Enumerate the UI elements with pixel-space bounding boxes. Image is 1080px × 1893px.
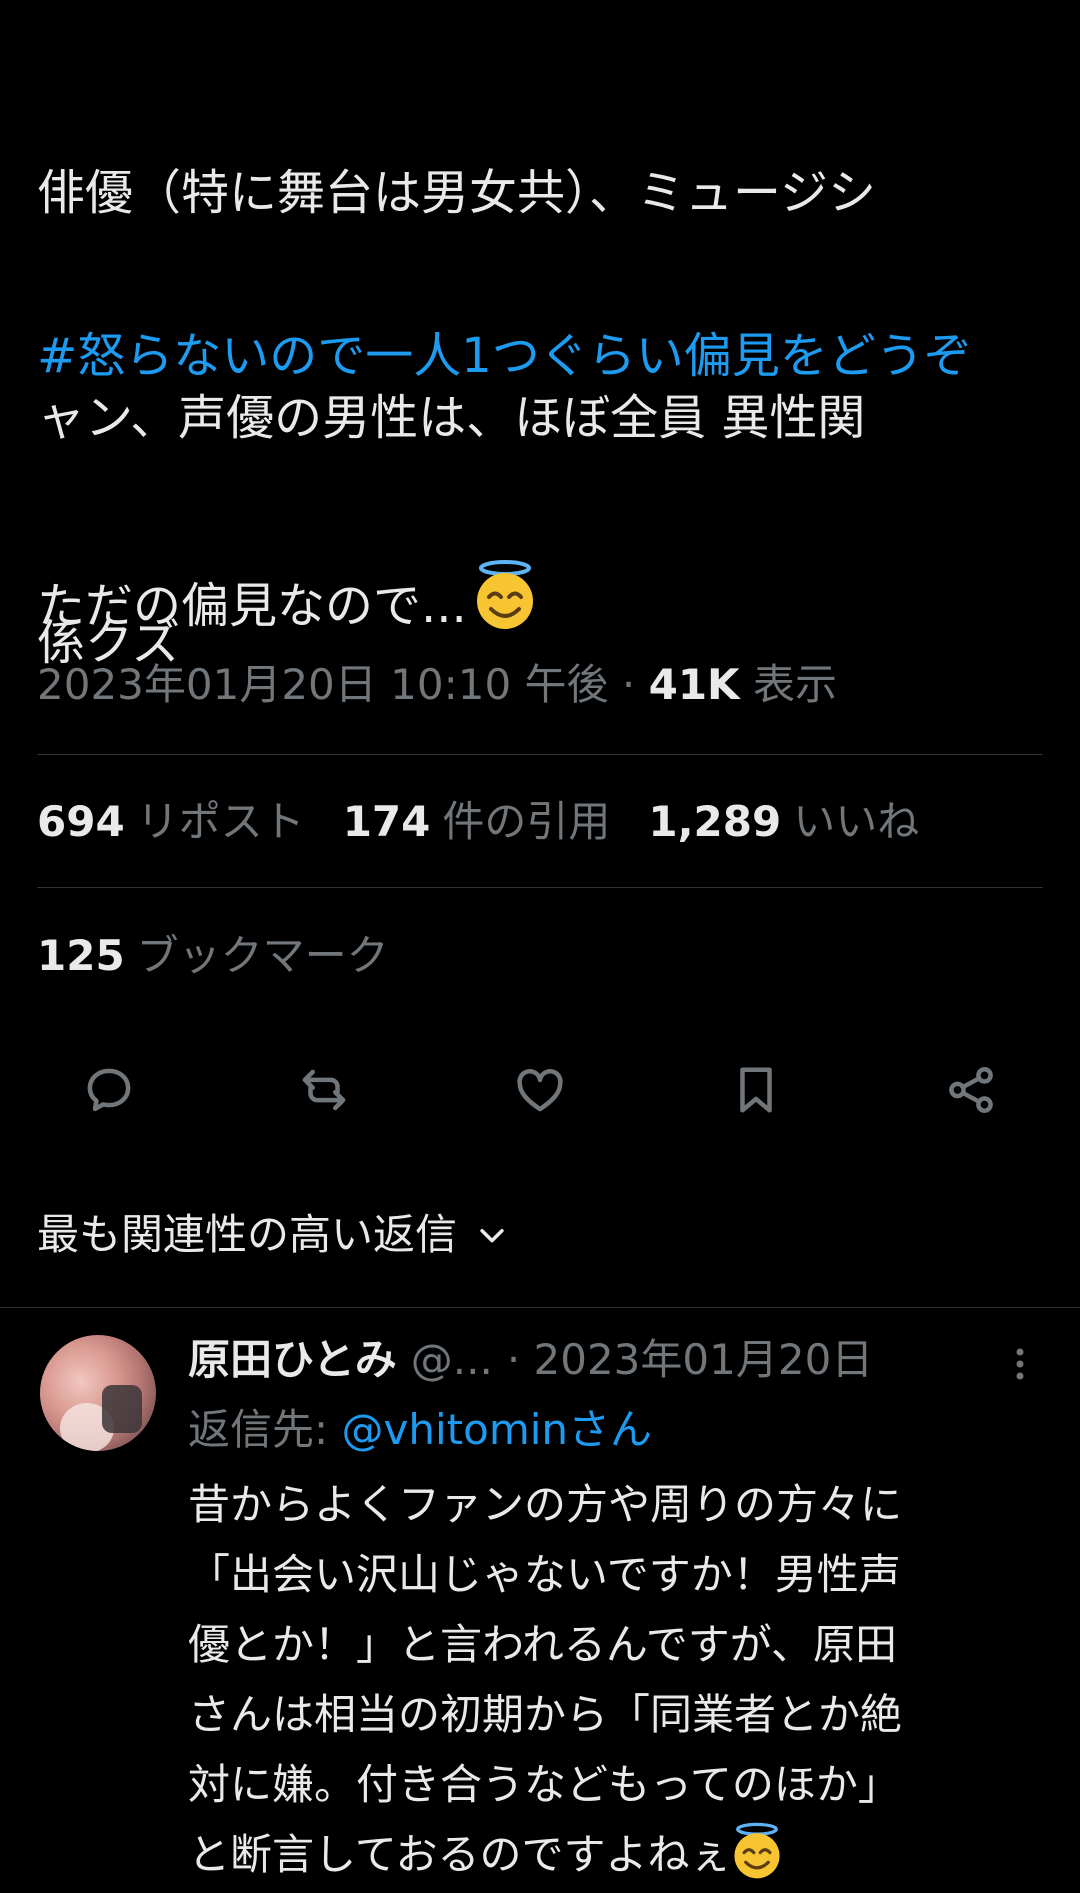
views-count: 41K bbox=[648, 660, 740, 709]
more-vertical-icon bbox=[1016, 1348, 1024, 1380]
likes-count: 1,289 bbox=[648, 797, 782, 846]
bookmarks-count: 125 bbox=[37, 931, 125, 980]
tweet-timestamp[interactable]: 2023年01月20日 10:10 午後 bbox=[37, 660, 609, 709]
replying-to: 返信先: @vhitominさん bbox=[188, 1400, 652, 1460]
tweet-closing-line: ただの偏見なので... bbox=[37, 559, 537, 653]
reply-text-line: と断言しておるのですよねぇ bbox=[188, 1830, 732, 1879]
reply-sort-dropdown[interactable]: 最も関連性の高い返信 bbox=[37, 1205, 509, 1265]
bookmarks-label: ブックマーク bbox=[136, 931, 389, 980]
reply-date[interactable]: · 2023年01月20日 bbox=[507, 1330, 873, 1390]
reply-text-line: さんは相当の初期から「同業者とか絶 bbox=[188, 1690, 903, 1739]
reply-text: 昔からよくファンの方や周りの方々に 「出会い沢山じゃないですか！男性声 優とか！… bbox=[188, 1470, 1028, 1893]
repost-button[interactable] bbox=[289, 1060, 359, 1120]
tweet-closing-text: ただの偏見なので... bbox=[37, 577, 467, 634]
reply-header: 原田ひとみ @... · 2023年01月20日 bbox=[188, 1330, 873, 1390]
views-label: 表示 bbox=[752, 660, 837, 709]
bookmark-button[interactable] bbox=[721, 1060, 791, 1120]
reply-author-handle[interactable]: @... bbox=[411, 1330, 493, 1390]
bookmarks-stat[interactable]: 125 ブックマーク bbox=[37, 926, 389, 986]
reply-button[interactable] bbox=[74, 1060, 144, 1120]
divider bbox=[0, 1307, 1080, 1308]
likes-label: いいね bbox=[793, 797, 920, 846]
reply-text-line-last: と断言しておるのですよねぇ bbox=[188, 1820, 1028, 1893]
reposts-count: 694 bbox=[37, 797, 125, 846]
reply-text-line: 昔からよくファンの方や周りの方々に bbox=[188, 1480, 903, 1529]
tweet-text-line: 俳優（特に舞台は男女共）、ミュージシ bbox=[37, 165, 877, 221]
divider bbox=[37, 887, 1043, 888]
tweet-meta: 2023年01月20日 10:10 午後 · 41K 表示 bbox=[37, 655, 837, 715]
action-bar bbox=[0, 1060, 1080, 1120]
likes-stat[interactable]: 1,289 いいね bbox=[648, 792, 919, 852]
smiling-face-with-halo-icon bbox=[473, 559, 537, 653]
reply-text-line: 優とか！」と言われるんですが、原田 bbox=[188, 1620, 897, 1669]
reply-author-name[interactable]: 原田ひとみ bbox=[188, 1330, 397, 1390]
like-icon bbox=[517, 1069, 563, 1112]
quotes-count: 174 bbox=[342, 797, 431, 846]
smiling-face-with-halo-icon bbox=[731, 1822, 783, 1893]
reply-text-line: 「出会い沢山じゃないですか！男性声 bbox=[188, 1550, 901, 1599]
meta-separator: · bbox=[621, 660, 636, 709]
engagement-stats: 694 リポスト 174 件の引用 1,289 いいね bbox=[37, 792, 919, 852]
reposts-stat[interactable]: 694 リポスト bbox=[37, 792, 305, 852]
more-options-button[interactable] bbox=[1002, 1340, 1038, 1388]
like-button[interactable] bbox=[505, 1060, 575, 1120]
quotes-label: 件の引用 bbox=[442, 797, 611, 846]
sort-label: 最も関連性の高い返信 bbox=[37, 1210, 458, 1259]
share-icon bbox=[949, 1067, 993, 1113]
divider bbox=[37, 754, 1043, 755]
repost-icon bbox=[302, 1069, 346, 1111]
share-button[interactable] bbox=[936, 1060, 1006, 1120]
reply-icon bbox=[87, 1068, 131, 1112]
hashtag-link[interactable]: #怒らないので一人1つぐらい偏見をどうぞ bbox=[37, 313, 1017, 399]
reply-text-line: 対に嫌。付き合うなどもってのほか」 bbox=[188, 1760, 900, 1809]
replying-to-label: 返信先: bbox=[188, 1405, 342, 1454]
quotes-stat[interactable]: 174 件の引用 bbox=[343, 792, 611, 852]
avatar[interactable] bbox=[40, 1335, 156, 1451]
replying-to-mention[interactable]: @vhitominさん bbox=[342, 1405, 653, 1454]
reposts-label: リポスト bbox=[136, 797, 305, 846]
bookmark-icon bbox=[740, 1067, 772, 1113]
chevron-down-icon bbox=[480, 1228, 504, 1243]
